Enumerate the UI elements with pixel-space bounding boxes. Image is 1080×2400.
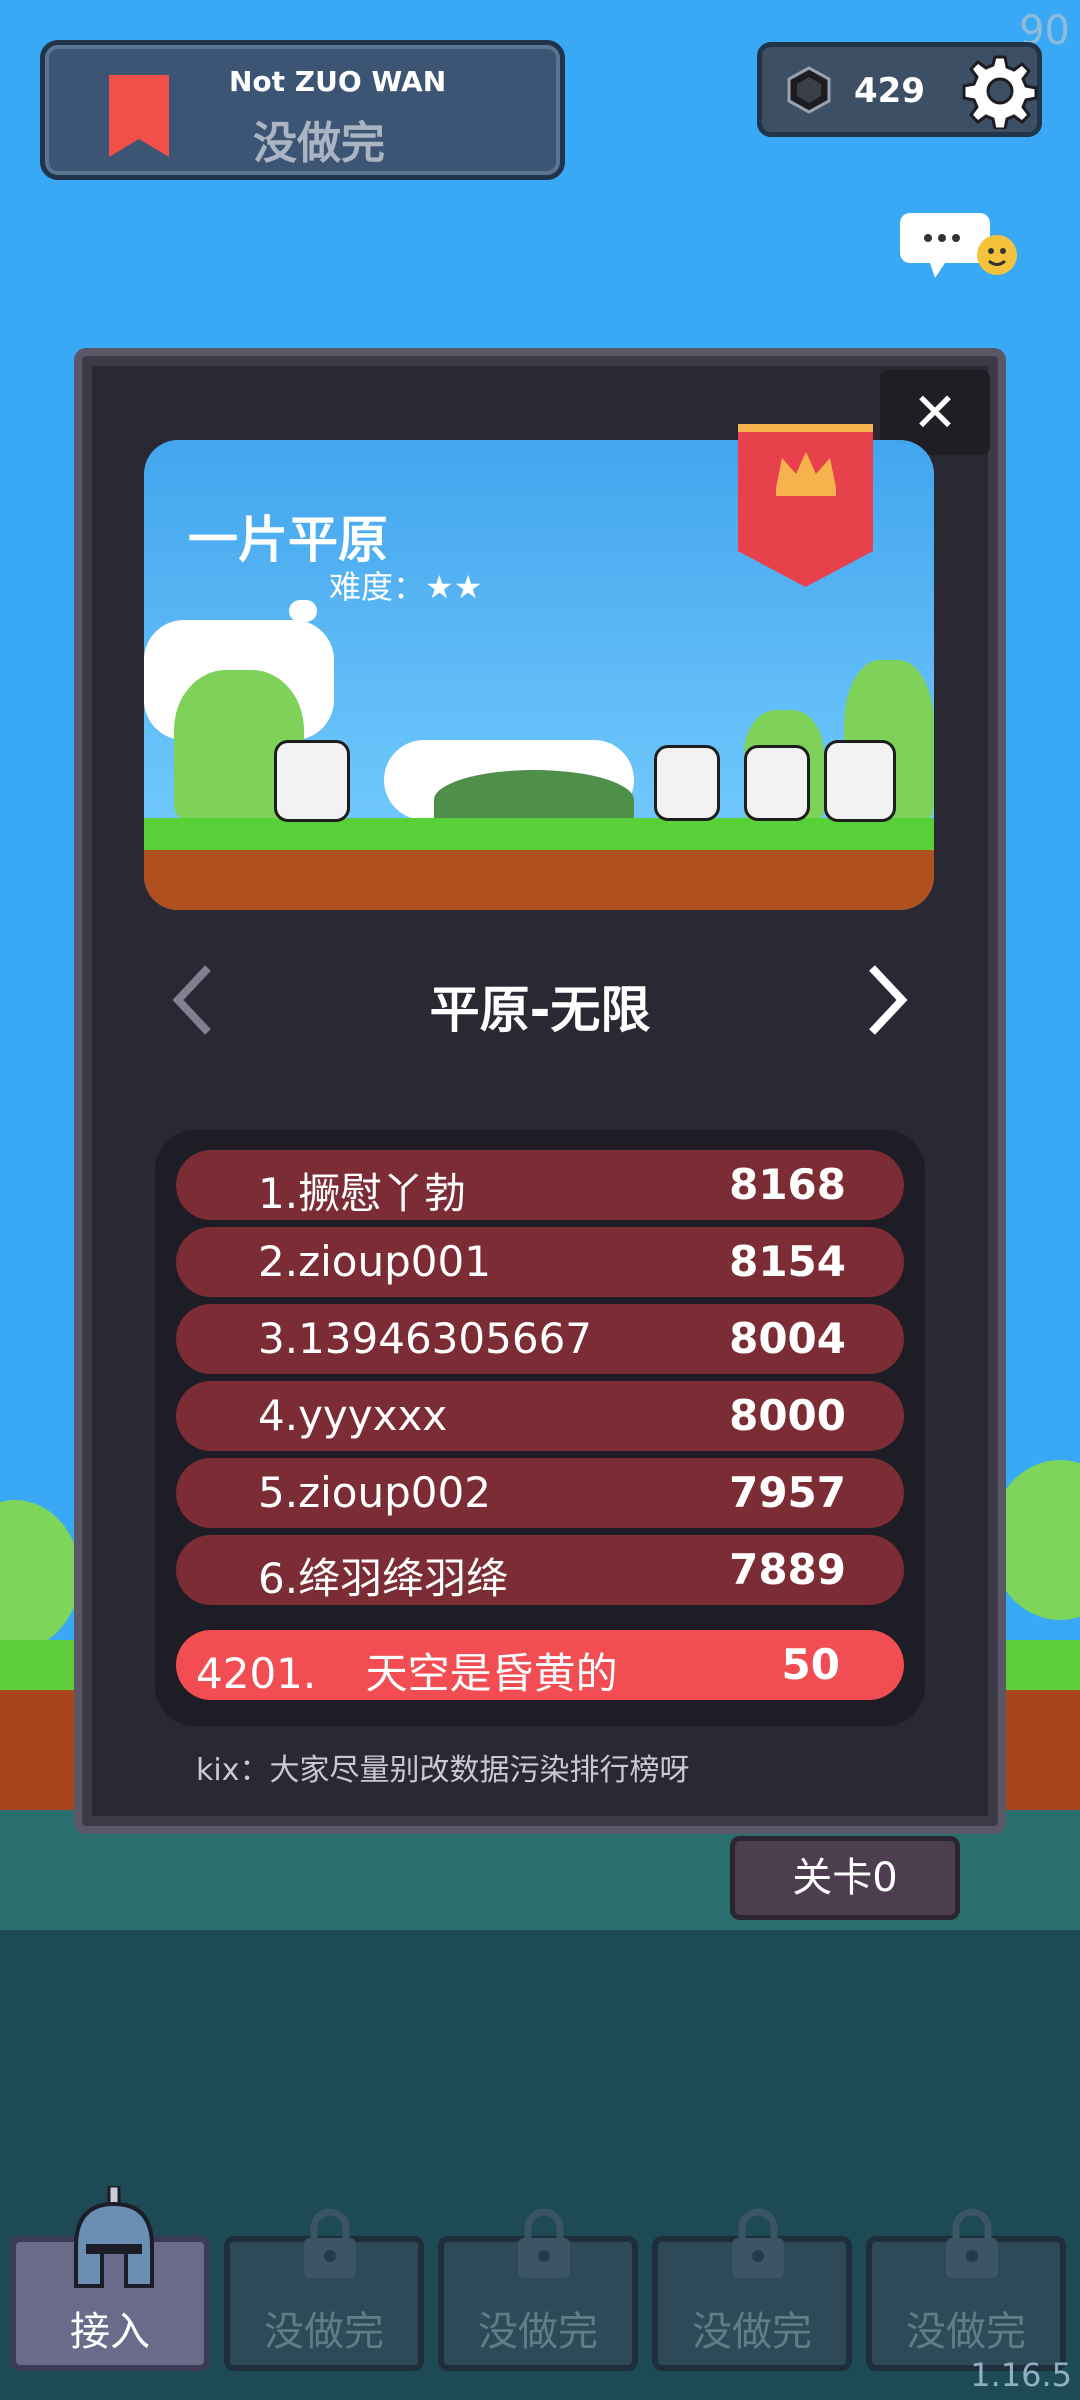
version-label: 1.16.5	[970, 2356, 1072, 2394]
my-rank-row: 4201. 天空是昏黄的 50	[176, 1630, 904, 1700]
crown-icon	[776, 452, 836, 496]
rank-name: 3.13946305667	[258, 1314, 593, 1363]
rank-score: 8000	[729, 1391, 846, 1440]
tab-locked[interactable]: 没做完	[652, 2208, 852, 2371]
currency-value: 429	[854, 71, 925, 111]
level-difficulty: 难度：★★	[329, 568, 483, 606]
lock-icon	[304, 2208, 356, 2278]
tab-label: 没做完	[692, 2309, 812, 2355]
enemy-character	[824, 740, 896, 822]
leaderboard-row: 4.yyyxxx 8000	[176, 1381, 904, 1451]
rank-name: 2.zioup001	[258, 1237, 491, 1286]
mode-title: 平原-无限	[429, 981, 651, 1039]
chat-icon[interactable]	[900, 203, 1020, 293]
tab-connect[interactable]: 接入	[10, 2186, 210, 2371]
stage-button[interactable]: 关卡0	[730, 1836, 960, 1920]
tab-label: 接入	[70, 2309, 150, 2355]
close-icon: ✕	[912, 381, 958, 444]
rank-score: 8168	[729, 1160, 846, 1209]
rank-score: 7889	[729, 1545, 846, 1594]
card-dirt	[144, 850, 934, 910]
lock-icon	[946, 2208, 998, 2278]
enemy-character	[744, 745, 810, 821]
rank-name: 6.绛羽绛羽绛	[258, 1554, 509, 1603]
gem-icon	[787, 66, 831, 114]
rank-score: 8154	[729, 1237, 846, 1286]
rank-name: 4.yyyxxx	[258, 1391, 448, 1440]
helmet-icon	[74, 2186, 154, 2288]
leaderboard-row: 1.撅慰丫勃 8168	[176, 1150, 904, 1220]
leaderboard-row: 2.zioup001 8154	[176, 1227, 904, 1297]
chevron-right-icon[interactable]	[862, 960, 912, 1040]
leaderboard-note: kix：大家尽量别改数据污染排行榜呀	[196, 1753, 690, 1788]
leaderboard-row: 5.zioup002 7957	[176, 1458, 904, 1528]
rank-score: 7957	[729, 1468, 846, 1517]
my-rank-number: 4201.	[196, 1649, 317, 1698]
my-rank-score: 50	[781, 1640, 840, 1689]
knight-character	[274, 740, 350, 822]
rank-name: 5.zioup002	[258, 1468, 491, 1517]
tab-locked[interactable]: 没做完	[866, 2208, 1066, 2371]
rank-score: 8004	[729, 1314, 846, 1363]
rank-name: 1.撅慰丫勃	[258, 1169, 467, 1218]
gear-icon[interactable]	[962, 53, 1038, 129]
cloud	[289, 600, 317, 622]
tab-label: 没做完	[264, 2309, 384, 2355]
player-title: 没做完	[253, 118, 385, 169]
player-badge[interactable]: Not ZUO WAN 没做完	[40, 40, 565, 180]
card-grass	[144, 818, 934, 850]
tab-label: 没做完	[906, 2309, 1026, 2355]
my-rank-name: 天空是昏黄的	[365, 1649, 618, 1698]
lock-icon	[732, 2208, 784, 2278]
my-rank: 4201. 天空是昏黄的	[196, 1640, 618, 1701]
enemy-character	[654, 745, 720, 821]
leaderboard-row: 3.13946305667 8004	[176, 1304, 904, 1374]
lock-icon	[518, 2208, 570, 2278]
tab-locked[interactable]: 没做完	[438, 2208, 638, 2371]
bookmark-icon	[109, 75, 169, 157]
tab-label: 没做完	[478, 2309, 598, 2355]
player-subtitle: Not ZUO WAN	[229, 65, 447, 98]
leaderboard-row: 6.绛羽绛羽绛 7889	[176, 1535, 904, 1605]
tab-locked[interactable]: 没做完	[224, 2208, 424, 2371]
currency-display: 429	[757, 42, 1042, 137]
